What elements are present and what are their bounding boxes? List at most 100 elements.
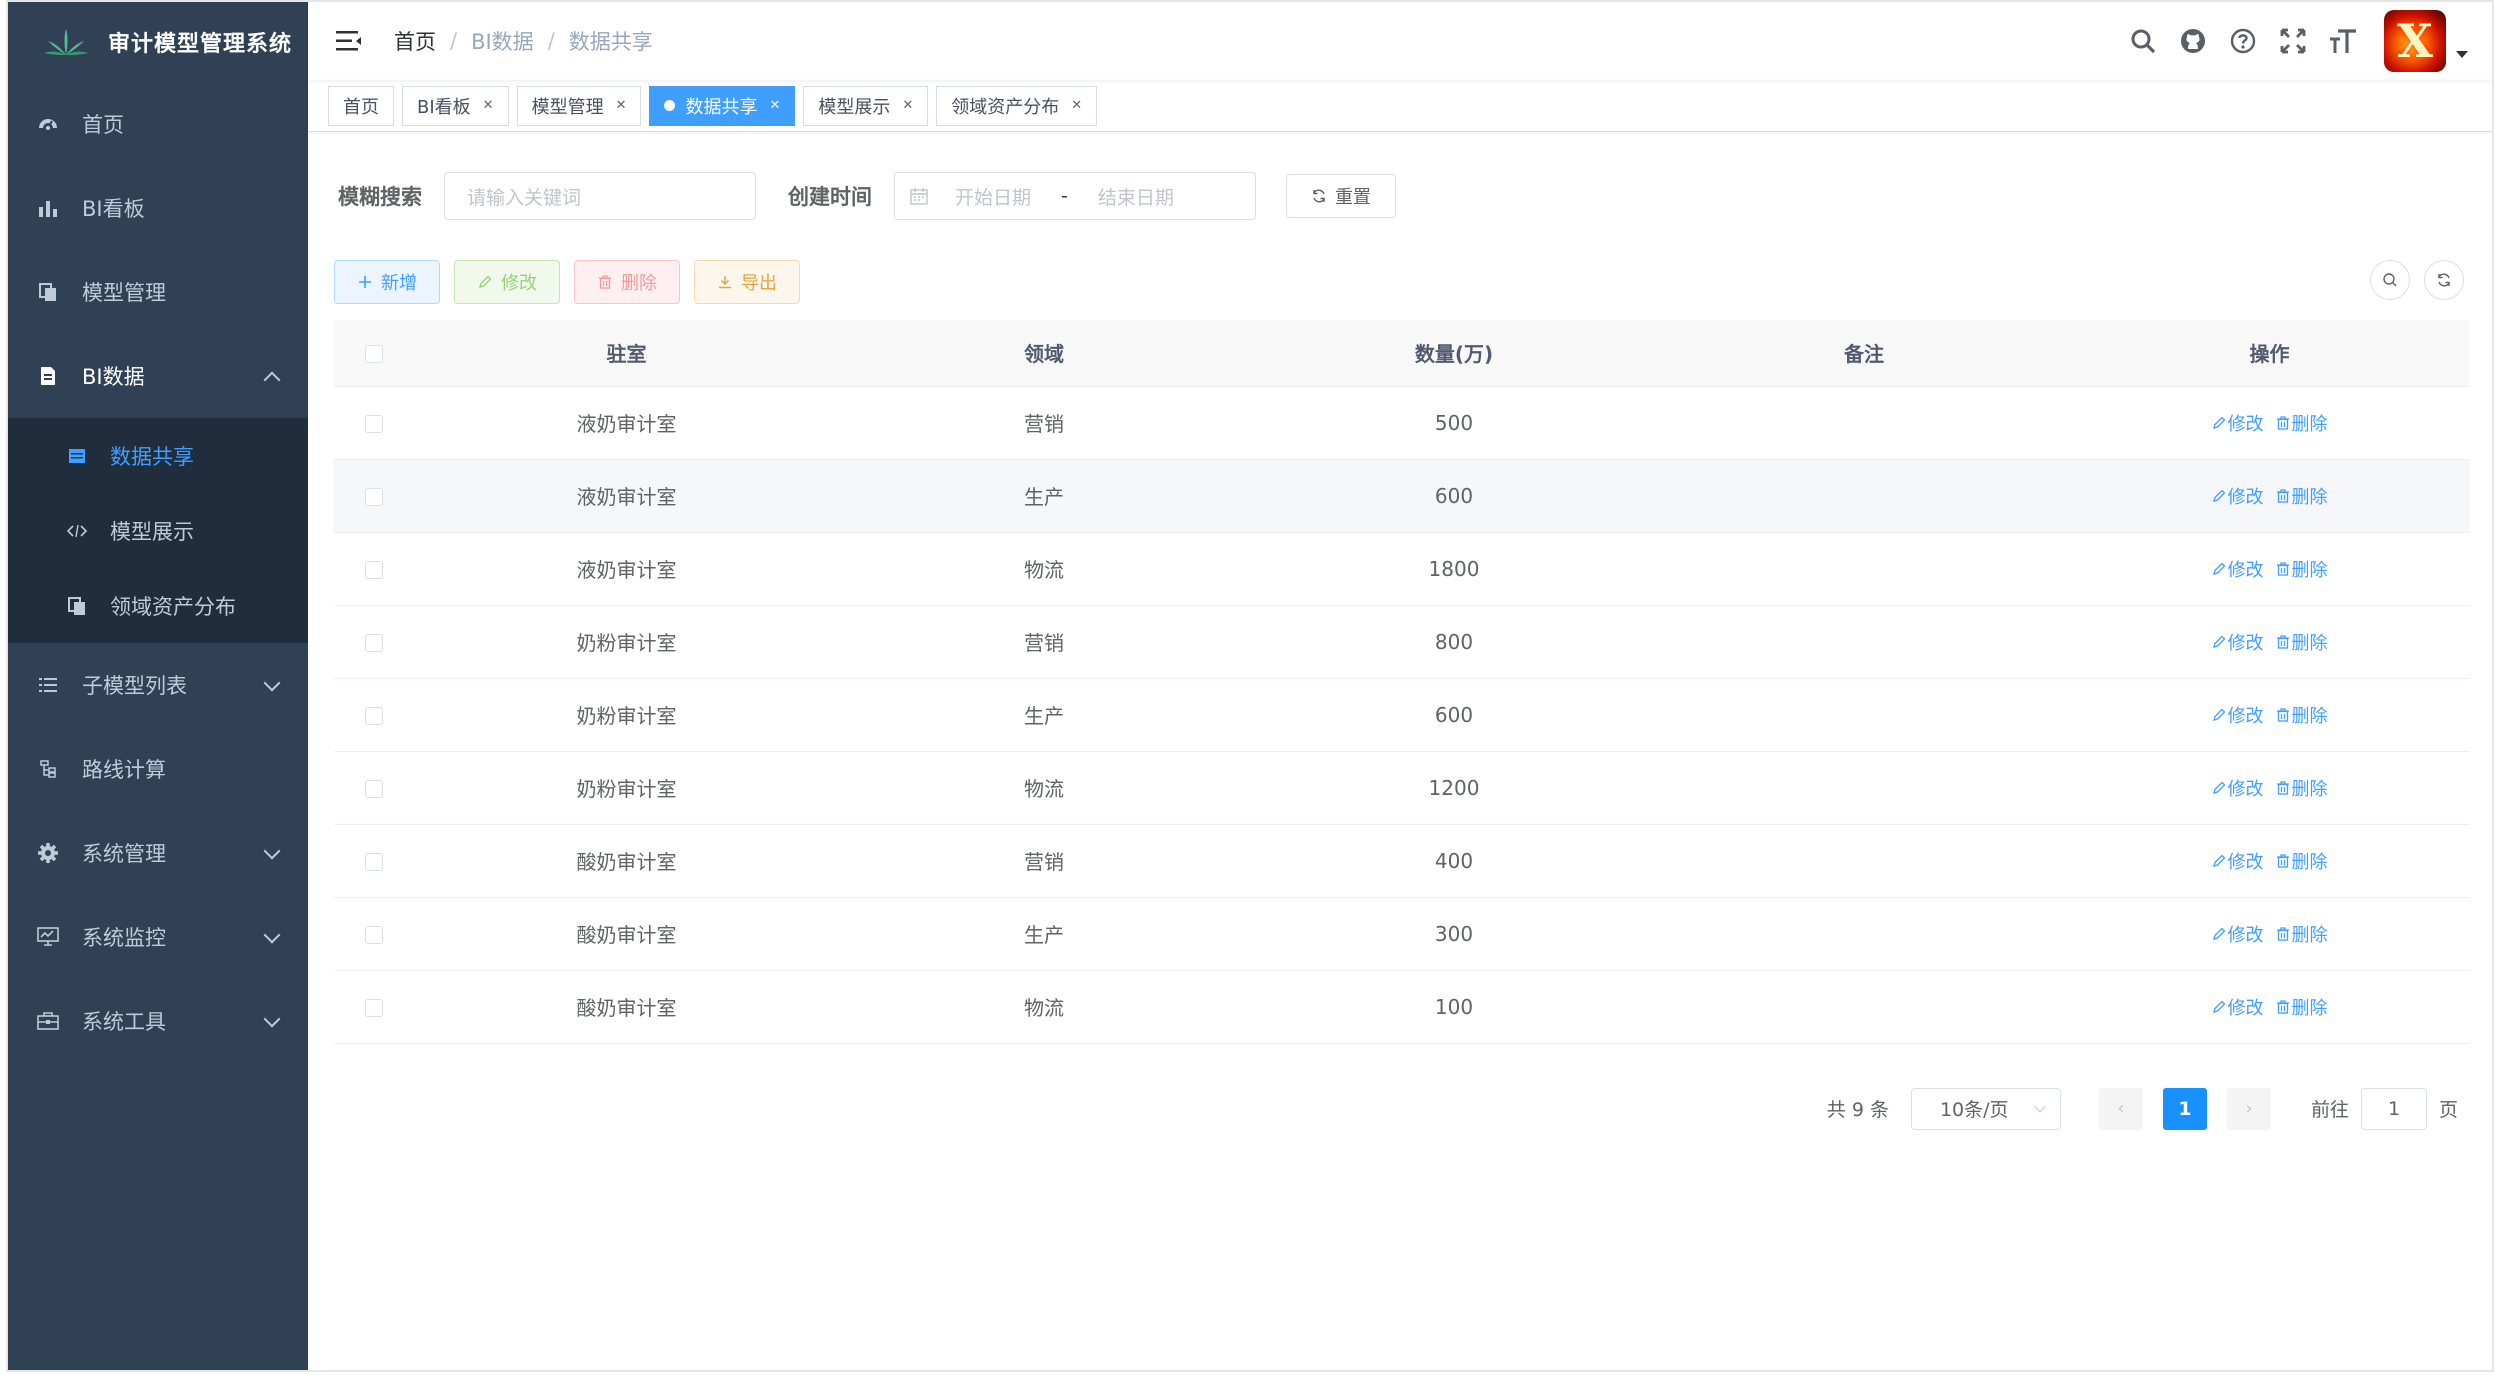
close-icon[interactable]: ✕ [616,98,627,113]
close-icon[interactable]: ✕ [483,98,494,113]
page-number-current[interactable]: 1 [2162,1087,2207,1130]
sidebar-item-data-share[interactable]: 数据共享 [8,418,308,493]
date-range-picker[interactable]: 开始日期 - 结束日期 [894,172,1256,220]
fullscreen-icon[interactable] [2276,24,2310,58]
row-edit-label: 修改 [2227,924,2264,946]
cell-note [1659,897,2069,971]
sidebar-item-bi-board[interactable]: BI看板 [8,166,308,250]
prev-page-button[interactable]: ‹ [2098,1087,2143,1130]
cell-actions: 修改 删除 [2069,751,2470,825]
edit-button[interactable]: 修改 [454,260,560,304]
cell-domain: 营销 [839,605,1249,679]
sidebar-item-system-management[interactable]: 系统管理 [8,811,308,895]
row-delete-button[interactable]: 删除 [2276,556,2328,582]
row-edit-button[interactable]: 修改 [2212,994,2264,1020]
table-row[interactable]: 液奶审计室 营销 500 修改 删除 [334,386,2470,460]
cell-note [1659,532,2069,606]
sidebar-item-model-management[interactable]: 模型管理 [8,250,308,334]
row-delete-button[interactable]: 删除 [2276,702,2328,728]
help-icon[interactable] [2226,24,2260,58]
edit-icon [2212,854,2225,867]
row-edit-button[interactable]: 修改 [2212,775,2264,801]
row-delete-button[interactable]: 删除 [2276,921,2328,947]
tag-domain-assets[interactable]: 领域资产分布 ✕ [936,85,1098,126]
cell-domain: 物流 [839,751,1249,825]
row-delete-button[interactable]: 删除 [2276,629,2328,655]
tag-model-management[interactable]: 模型管理 ✕ [516,85,642,126]
sidebar-item-domain-assets[interactable]: 领域资产分布 [8,568,308,643]
close-icon[interactable]: ✕ [1071,98,1082,113]
row-delete-button[interactable]: 删除 [2276,848,2328,874]
avatar[interactable]: X [2384,10,2446,72]
add-button[interactable]: 新增 [334,260,440,304]
row-edit-button[interactable]: 修改 [2212,410,2264,436]
row-checkbox[interactable] [365,707,383,725]
refresh-table-button[interactable] [2424,260,2464,300]
row-checkbox[interactable] [365,853,383,871]
table-row[interactable]: 奶粉审计室 营销 800 修改 删除 [334,605,2470,679]
close-icon[interactable]: ✕ [902,98,913,113]
table-row[interactable]: 酸奶审计室 生产 300 修改 删除 [334,897,2470,971]
search-icon[interactable] [2126,24,2160,58]
sidebar-item-submodel-list[interactable]: 子模型列表 [8,643,308,727]
row-edit-button[interactable]: 修改 [2212,921,2264,947]
sidebar-item-system-monitor[interactable]: 系统监控 [8,895,308,979]
tag-data-share[interactable]: 数据共享 ✕ [649,85,796,126]
font-size-icon[interactable] [2326,24,2360,58]
row-delete-button[interactable]: 删除 [2276,410,2328,436]
row-edit-button[interactable]: 修改 [2212,556,2264,582]
breadcrumb-item-home[interactable]: 首页 [394,26,436,56]
cell-domain: 物流 [839,532,1249,606]
row-checkbox[interactable] [365,415,383,433]
edit-icon [2212,1000,2225,1013]
table-row[interactable]: 奶粉审计室 物流 1200 修改 删除 [334,751,2470,825]
table-row[interactable]: 奶粉审计室 生产 600 修改 删除 [334,678,2470,752]
goto-page-input[interactable]: 1 [2360,1087,2427,1130]
row-edit-button[interactable]: 修改 [2212,629,2264,655]
sidebar-item-bi-data[interactable]: BI数据 [8,334,308,418]
table-row[interactable]: 酸奶审计室 物流 100 修改 删除 [334,970,2470,1044]
cell-domain: 生产 [839,678,1249,752]
close-icon[interactable]: ✕ [769,98,780,113]
row-edit-button[interactable]: 修改 [2212,483,2264,509]
cell-quantity: 500 [1249,386,1659,460]
row-checkbox[interactable] [365,561,383,579]
page-size-select[interactable]: 10条/页 [1910,1087,2061,1130]
tag-bi-board[interactable]: BI看板 ✕ [402,85,509,126]
delete-button[interactable]: 删除 [574,260,680,304]
table-row[interactable]: 酸奶审计室 营销 400 修改 删除 [334,824,2470,898]
logo[interactable]: 审计模型管理系统 [8,2,308,82]
table-row[interactable]: 液奶审计室 生产 600 修改 删除 [334,459,2470,533]
hamburger-icon[interactable] [332,24,366,58]
sidebar-item-home[interactable]: 首页 [8,82,308,166]
sidebar-item-route-calc[interactable]: 路线计算 [8,727,308,811]
next-page-button[interactable]: › [2226,1087,2271,1130]
github-icon[interactable] [2176,24,2210,58]
sidebar-item-system-tools[interactable]: 系统工具 [8,979,308,1063]
row-delete-button[interactable]: 删除 [2276,994,2328,1020]
breadcrumb-item-current: 数据共享 [568,30,653,54]
row-edit-button[interactable]: 修改 [2212,848,2264,874]
trash-icon [2276,780,2289,795]
row-checkbox[interactable] [365,634,383,652]
reset-button[interactable]: 重置 [1286,174,1396,218]
keyword-input[interactable]: 请输入关键词 [444,172,756,220]
sidebar-item-model-display[interactable]: 模型展示 [8,493,308,568]
row-checkbox[interactable] [365,488,383,506]
table-row[interactable]: 液奶审计室 物流 1800 修改 删除 [334,532,2470,606]
row-edit-button[interactable]: 修改 [2212,702,2264,728]
row-delete-button[interactable]: 删除 [2276,775,2328,801]
export-button[interactable]: 导出 [694,260,800,304]
row-delete-button[interactable]: 删除 [2276,483,2328,509]
toggle-search-button[interactable] [2370,260,2410,300]
edit-icon [2212,562,2225,575]
tag-home[interactable]: 首页 [328,85,394,126]
cell-office: 液奶审计室 [414,459,839,533]
row-checkbox[interactable] [365,926,383,944]
tag-model-display[interactable]: 模型展示 ✕ [803,85,929,126]
cell-office: 液奶审计室 [414,386,839,460]
row-checkbox[interactable] [365,780,383,798]
caret-down-icon[interactable] [2456,50,2468,58]
select-all-checkbox[interactable] [365,345,383,364]
row-checkbox[interactable] [365,999,383,1017]
